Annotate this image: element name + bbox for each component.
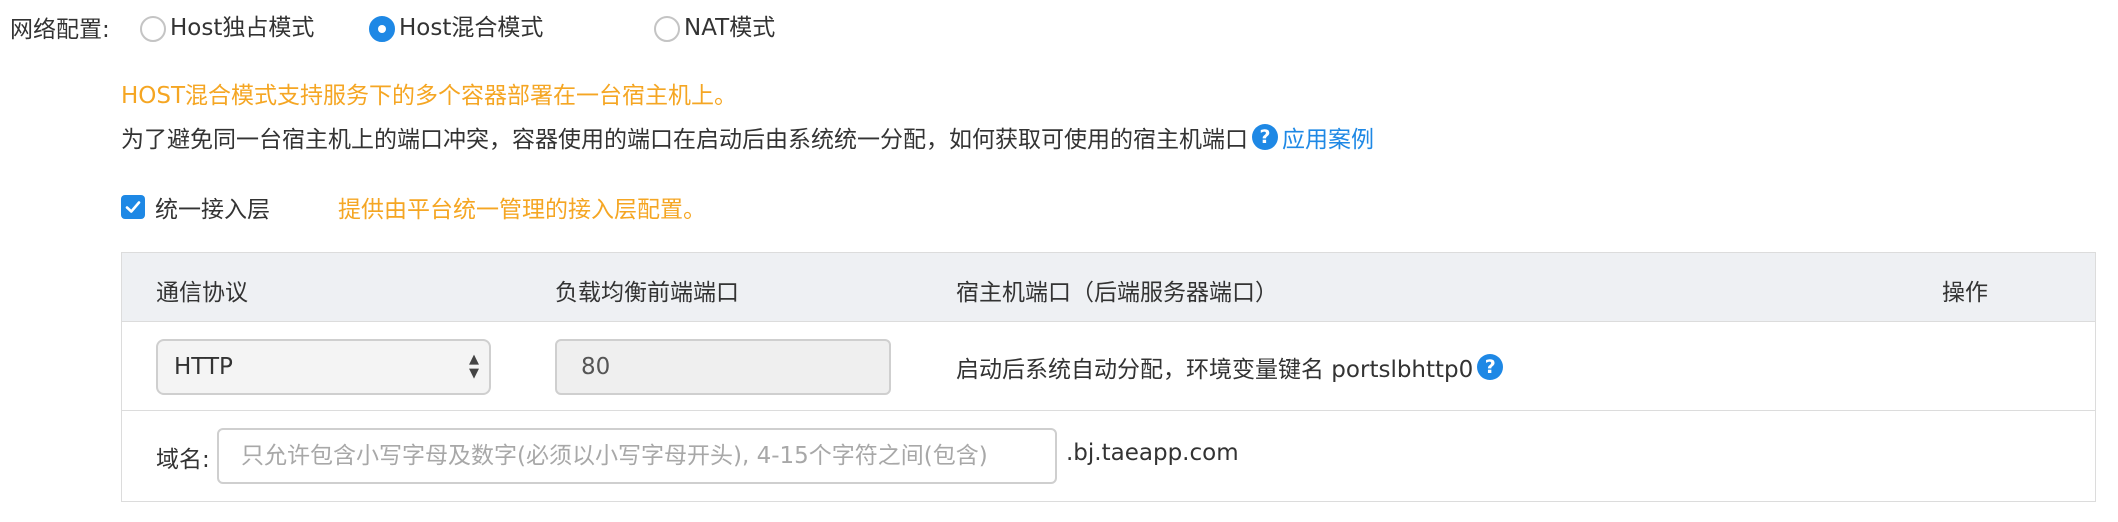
host-port-text: 启动后系统自动分配，环境变量键名 portslbhttp0 [956, 357, 1474, 383]
table-header: 通信协议 负载均衡前端端口 宿主机端口（后端服务器端口） 操作 [122, 253, 2095, 322]
radio-circle[interactable] [654, 16, 680, 42]
host-port-info: 启动后系统自动分配，环境变量键名 portslbhttp0 ? [956, 350, 1507, 384]
access-layer-checkbox[interactable] [121, 195, 145, 219]
access-layer-hint: 提供由平台统一管理的接入层配置。 [338, 197, 706, 223]
radio-host-mixed-label[interactable]: Host混合模式 [399, 8, 543, 42]
radio-nat[interactable]: NAT模式 [654, 8, 775, 42]
port-description-text: 为了避免同一台宿主机上的端口冲突，容器使用的端口在启动后由系统统一分配，如何获取… [121, 127, 1248, 153]
domain-label: 域名: [156, 447, 210, 473]
access-layer-label[interactable]: 统一接入层 [155, 190, 270, 224]
domain-row: 域名: .bj.taeapp.com [122, 411, 2095, 501]
header-host-port: 宿主机端口（后端服务器端口） [956, 280, 1278, 306]
checkmark-icon [125, 201, 141, 213]
header-actions: 操作 [1942, 280, 1988, 306]
port-description: 为了避免同一台宿主机上的端口冲突，容器使用的端口在启动后由系统统一分配，如何获取… [121, 120, 1374, 154]
radio-circle[interactable] [140, 16, 166, 42]
radio-host-exclusive-label[interactable]: Host独占模式 [170, 8, 314, 42]
domain-suffix: .bj.taeapp.com [1066, 440, 1239, 466]
question-circle-icon[interactable]: ? [1252, 124, 1278, 150]
protocol-select[interactable]: HTTP ▲ ▼ [156, 339, 491, 395]
radio-host-exclusive[interactable]: Host独占模式 [140, 8, 314, 42]
access-layer-row: 统一接入层 提供由平台统一管理的接入层配置。 [121, 190, 706, 224]
network-config-row: 网络配置: Host独占模式 Host混合模式 NAT模式 [0, 0, 2118, 50]
table-row: HTTP ▲ ▼ 80 启动后系统自动分配，环境变量键名 portslbhttp0… [122, 322, 2095, 411]
lb-port-value: 80 [581, 354, 611, 380]
port-config-table: 通信协议 负载均衡前端端口 宿主机端口（后端服务器端口） 操作 HTTP ▲ ▼ … [121, 252, 2096, 502]
header-protocol: 通信协议 [156, 280, 248, 306]
radio-host-mixed[interactable]: Host混合模式 [369, 8, 543, 42]
case-link[interactable]: 应用案例 [1282, 120, 1374, 154]
protocol-select-value: HTTP [174, 354, 233, 380]
select-arrows-icon: ▲ ▼ [469, 352, 479, 381]
domain-input[interactable] [217, 428, 1057, 484]
question-circle-icon[interactable]: ? [1477, 354, 1504, 380]
network-config-label: 网络配置: [10, 17, 110, 43]
lb-port-field[interactable]: 80 [555, 339, 891, 395]
header-lb-port: 负载均衡前端端口 [555, 280, 739, 306]
radio-circle[interactable] [369, 16, 395, 42]
mode-hint: HOST混合模式支持服务下的多个容器部署在一台宿主机上。 [121, 83, 738, 109]
radio-nat-label[interactable]: NAT模式 [684, 8, 775, 42]
